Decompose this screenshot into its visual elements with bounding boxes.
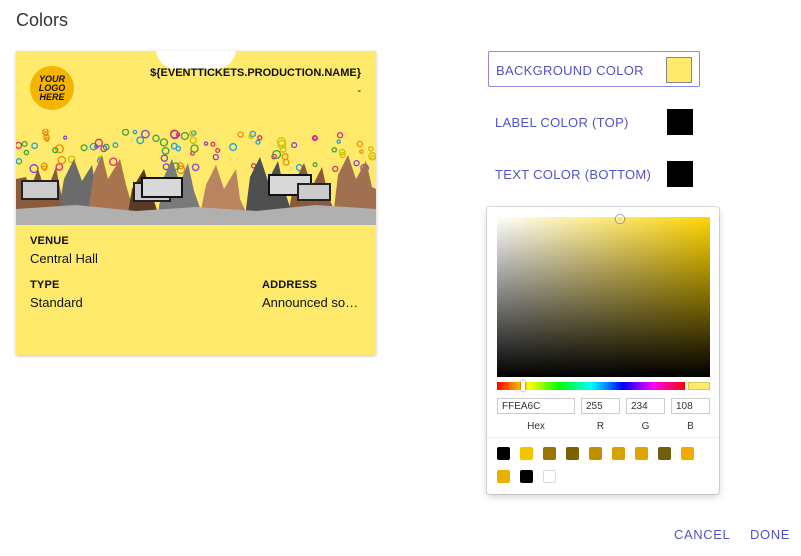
- green-caption: G: [641, 421, 650, 432]
- hue-slider[interactable]: [497, 381, 685, 391]
- text-color-row[interactable]: TEXT COLOR (BOTTOM): [488, 156, 700, 192]
- event-name: ${EVENTTICKETS.PRODUCTION.NAME}: [150, 67, 361, 79]
- cancel-button[interactable]: CANCEL: [674, 527, 730, 542]
- logo-placeholder: YOUR LOGO HERE: [30, 66, 74, 110]
- background-color-label: BACKGROUND COLOR: [496, 63, 644, 78]
- red-input[interactable]: [581, 398, 620, 414]
- background-color-swatch[interactable]: [666, 57, 692, 83]
- done-button[interactable]: DONE: [750, 527, 790, 542]
- hex-input[interactable]: [497, 398, 575, 414]
- type-label: TYPE: [30, 279, 60, 291]
- venue-value: Central Hall: [30, 251, 98, 266]
- picker-divider: [487, 437, 719, 438]
- preset-swatch[interactable]: [543, 447, 556, 460]
- venue-label: VENUE: [30, 235, 69, 247]
- concert-banner-image: [16, 129, 376, 225]
- preset-swatch[interactable]: [612, 447, 625, 460]
- green-input[interactable]: [626, 398, 665, 414]
- ticket-preview: YOUR LOGO HERE ${EVENTTICKETS.PRODUCTION…: [16, 51, 376, 355]
- preset-swatch[interactable]: [520, 447, 533, 460]
- preset-swatch[interactable]: [589, 447, 602, 460]
- preset-swatch[interactable]: [635, 447, 648, 460]
- preset-swatch[interactable]: [566, 447, 579, 460]
- color-picker-popover: Hex R G B: [487, 207, 719, 494]
- event-subline: -: [357, 85, 361, 97]
- saturation-cursor[interactable]: [616, 215, 624, 223]
- red-caption: R: [596, 421, 605, 432]
- hue-slider-thumb[interactable]: [521, 381, 525, 391]
- preset-swatch[interactable]: [497, 447, 510, 460]
- preset-swatch[interactable]: [497, 470, 510, 483]
- preset-swatch[interactable]: [543, 470, 556, 483]
- label-color-label: LABEL COLOR (TOP): [495, 115, 629, 130]
- text-color-swatch[interactable]: [667, 161, 693, 187]
- label-color-swatch[interactable]: [667, 109, 693, 135]
- logo-text: YOUR LOGO HERE: [38, 73, 66, 102]
- address-label: ADDRESS: [262, 279, 318, 291]
- page-title: Colors: [16, 10, 69, 30]
- preset-swatch[interactable]: [658, 447, 671, 460]
- hex-caption: Hex: [527, 421, 545, 432]
- text-color-label: TEXT COLOR (BOTTOM): [495, 167, 652, 182]
- background-color-row[interactable]: BACKGROUND COLOR: [488, 51, 700, 87]
- type-value: Standard: [30, 295, 83, 310]
- current-color-preview: [688, 382, 710, 390]
- label-color-row[interactable]: LABEL COLOR (TOP): [488, 104, 700, 140]
- address-value: Announced so…: [262, 295, 359, 310]
- saturation-area[interactable]: [497, 215, 710, 377]
- preset-swatch[interactable]: [681, 447, 694, 460]
- preset-swatch[interactable]: [520, 470, 533, 483]
- blue-input[interactable]: [671, 398, 710, 414]
- blue-caption: B: [687, 421, 694, 432]
